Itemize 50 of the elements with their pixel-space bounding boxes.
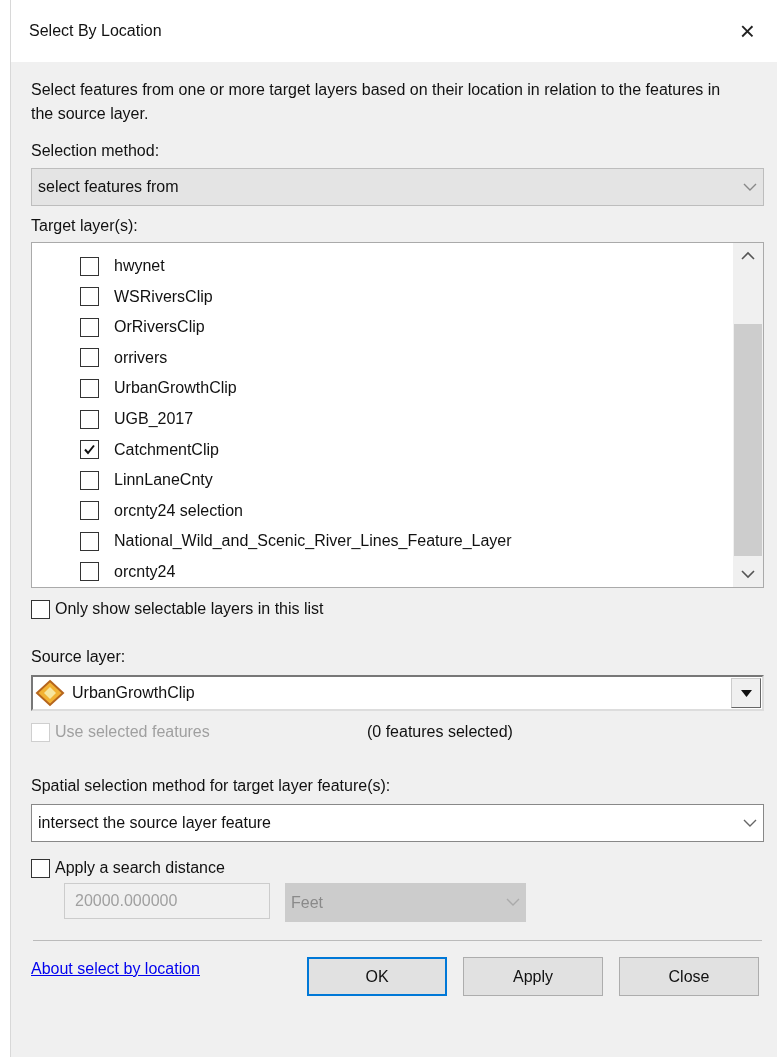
close-button[interactable]: × — [731, 18, 763, 44]
chevron-down-icon — [506, 898, 520, 907]
layer-name[interactable]: orrivers — [114, 345, 168, 370]
layer-checkbox[interactable] — [80, 348, 99, 368]
layer-name[interactable]: orcnty24 selection — [114, 498, 243, 523]
dialog-button[interactable]: Close — [619, 957, 759, 996]
layer-name[interactable]: CatchmentClip — [114, 437, 219, 462]
layer-checkbox[interactable] — [80, 317, 99, 337]
dialog-button[interactable]: Apply — [463, 957, 603, 996]
layer-checkbox[interactable] — [80, 378, 99, 398]
field-label: Spatial selection method for target layer feature(s): — [31, 776, 392, 796]
layer-name[interactable]: LinnLaneCnty — [114, 468, 213, 493]
layer-checkbox[interactable] — [80, 501, 99, 521]
layer-diamond-icon — [35, 679, 65, 707]
layer-checkbox[interactable] — [80, 256, 99, 276]
source-layer-dropdown[interactable]: UrbanGrowthClip — [31, 675, 764, 711]
layer-name[interactable]: WSRiversClip — [114, 284, 213, 309]
description-text: Select features from one or more target layers based on their location in relation to the features in the source layer. — [31, 80, 722, 124]
layer-checkbox[interactable] — [80, 531, 99, 551]
layer-name[interactable]: UGB_2017 — [114, 407, 194, 431]
layer-checkbox[interactable] — [80, 409, 99, 429]
dropdown-button[interactable] — [731, 678, 761, 708]
checkbox-label[interactable]: Only show selectable layers in this list — [55, 597, 324, 621]
field-label: Source layer: — [31, 647, 127, 667]
spatial-method-dropdown[interactable]: intersect the source layer feature — [31, 804, 764, 842]
chevron-down-icon — [743, 182, 757, 192]
field-label: Selection method: — [31, 141, 161, 161]
layer-checkbox[interactable] — [80, 470, 99, 490]
checkbox[interactable] — [31, 599, 50, 619]
chevron-up-icon[interactable] — [741, 251, 755, 260]
layer-name[interactable]: National_Wild_and_Scenic_River_Lines_Feature_Layer — [114, 529, 512, 554]
help-link[interactable]: About select by location — [31, 957, 307, 981]
layer-name[interactable]: hwynet — [114, 254, 165, 279]
selection-count: (0 features selected) — [367, 722, 513, 742]
layer-checkbox[interactable] — [80, 287, 99, 307]
checkmark-icon — [83, 443, 96, 457]
chevron-down-icon[interactable] — [741, 570, 755, 579]
selection-method-dropdown[interactable]: select features from — [31, 168, 764, 206]
layer-name[interactable]: orcnty24 — [114, 559, 176, 584]
layer-name[interactable]: OrRiversClip — [114, 315, 205, 340]
field-label: Target layer(s): — [31, 216, 139, 236]
window-title: Select By Location — [29, 21, 162, 41]
layer-name[interactable]: UrbanGrowthClip — [114, 376, 237, 401]
triangle-down-icon — [740, 689, 752, 697]
layer-checkbox[interactable] — [80, 440, 99, 460]
layer-checkbox[interactable] — [80, 562, 99, 582]
dialog-button[interactable]: OK — [307, 957, 447, 996]
scrollbar[interactable] — [733, 243, 763, 587]
chevron-down-icon — [743, 818, 757, 828]
scrollbar-thumb[interactable] — [734, 324, 762, 556]
